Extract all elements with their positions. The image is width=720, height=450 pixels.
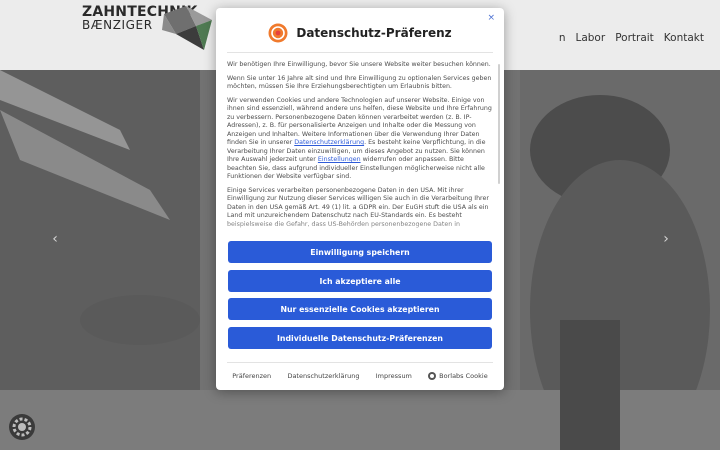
- cookies-paragraph: Wir verwenden Cookies und andere Technol…: [227, 96, 492, 181]
- body-scrollbar[interactable]: [498, 64, 500, 184]
- nav-item-labor[interactable]: Labor: [570, 30, 610, 46]
- logo-polygon-icon: [162, 6, 212, 50]
- dialog-footer-links: Präferenzen Datenschutzerklärung Impress…: [216, 370, 504, 382]
- slider-prev-arrow-icon[interactable]: ‹: [46, 230, 64, 248]
- divider: [227, 52, 493, 53]
- cookie-settings-gear-icon[interactable]: [9, 414, 35, 440]
- intro-paragraph: Wir benötigen Ihre Einwilligung, bevor S…: [227, 61, 491, 68]
- age-paragraph: Wenn Sie unter 16 Jahre alt sind und Ihr…: [227, 74, 492, 91]
- main-nav: n Labor Portrait Kontakt: [554, 30, 720, 46]
- privacy-policy-footer-link[interactable]: Datenschutzerklärung: [287, 372, 359, 380]
- divider: [227, 362, 493, 363]
- save-consent-button[interactable]: Einwilligung speichern: [228, 241, 492, 263]
- dialog-title: Datenschutz-Präferenz: [296, 26, 452, 40]
- nav-item-partial[interactable]: n: [554, 30, 571, 46]
- nav-item-portrait[interactable]: Portrait: [610, 30, 659, 46]
- accept-all-button[interactable]: Ich akzeptiere alle: [228, 270, 492, 292]
- dialog-header: Datenschutz-Präferenz: [216, 20, 504, 46]
- individual-preferences-button[interactable]: Individuelle Datenschutz-Präferenzen: [228, 327, 492, 349]
- brand-logo-icon: [268, 23, 288, 43]
- borlabs-label: Borlabs Cookie: [439, 372, 488, 380]
- text-fade-overlay: [227, 218, 493, 238]
- borlabs-gear-icon: [428, 372, 437, 380]
- cookie-consent-dialog: × Datenschutz-Präferenz Wir benötigen Ih…: [216, 8, 504, 390]
- dialog-body-text: Wir benötigen Ihre Einwilligung, bevor S…: [227, 61, 493, 237]
- site-logo[interactable]: ZAHNTECHNIK BÆNZIGER: [82, 4, 222, 54]
- imprint-link[interactable]: Impressum: [376, 372, 412, 380]
- preferences-link[interactable]: Präferenzen: [232, 372, 271, 380]
- accept-essential-button[interactable]: Nur essenzielle Cookies akzeptieren: [228, 298, 492, 320]
- privacy-policy-link[interactable]: Datenschutzerklärung: [294, 139, 364, 146]
- logo-text-line2: BÆNZIGER: [82, 18, 153, 32]
- settings-link[interactable]: Einstellungen: [318, 156, 361, 163]
- nav-item-kontakt[interactable]: Kontakt: [659, 30, 720, 46]
- borlabs-cookie-link[interactable]: Borlabs Cookie: [428, 372, 488, 380]
- slider-next-arrow-icon[interactable]: ›: [657, 230, 675, 248]
